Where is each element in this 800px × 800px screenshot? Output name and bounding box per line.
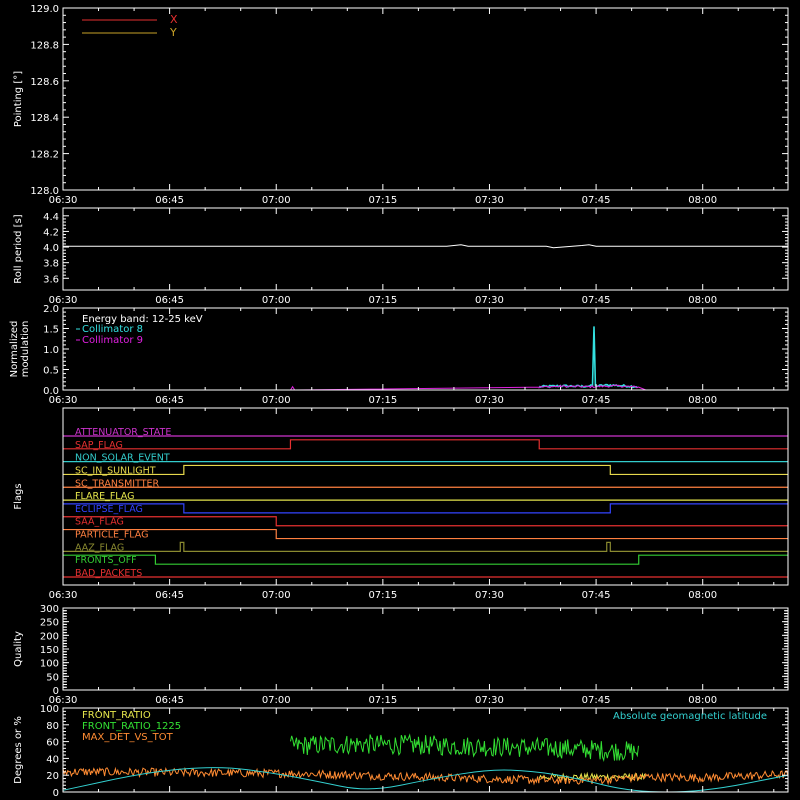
panel-2-ylabel-line1: Normalized bbox=[9, 321, 20, 378]
flag-label-particle-flag: PARTICLE_FLAG bbox=[75, 530, 148, 541]
panel-2-ytick-label: 1.5 bbox=[43, 325, 59, 336]
panel-1-xtick-label: 06:45 bbox=[155, 295, 184, 306]
panel-5-ytick-label: 60 bbox=[46, 738, 59, 749]
panel-4-ytick-label: 50 bbox=[46, 672, 59, 683]
panel-5-ytick-label: 100 bbox=[40, 704, 59, 715]
panel-5-ylabel: Degrees or % bbox=[13, 716, 24, 784]
panel-0-xtick-label: 06:30 bbox=[49, 195, 78, 206]
panel-2-ylabel-line2: modulation bbox=[20, 321, 31, 378]
panel-2-xtick-label: 07:30 bbox=[475, 395, 504, 406]
panel-2-ytick-label: 1.0 bbox=[43, 345, 59, 356]
ratio-legend-label-front-ratio: FRONT_RATIO bbox=[82, 710, 151, 721]
panel-1-xtick-label: 07:00 bbox=[262, 295, 291, 306]
panel-4-ytick-label: 250 bbox=[40, 618, 59, 629]
panel-0-xtick-label: 07:30 bbox=[475, 195, 504, 206]
panel-3-xtick-label: 08:00 bbox=[688, 590, 717, 601]
flag-label-sc-transmitter: SC_TRANSMITTER bbox=[75, 478, 160, 489]
panel-0-xtick-label: 08:00 bbox=[688, 195, 717, 206]
panel-0-xtick-label: 06:45 bbox=[155, 195, 184, 206]
panel-4-xtick-label: 08:00 bbox=[688, 695, 717, 706]
panel-2-xtick-label: 07:45 bbox=[582, 395, 611, 406]
panel-3-xtick-label: 06:45 bbox=[155, 590, 184, 601]
panel-3-xtick-label: 07:00 bbox=[262, 590, 291, 601]
panel-1-ytick-label: 4.2 bbox=[43, 227, 59, 238]
panel-3-xtick-label: 07:30 bbox=[475, 590, 504, 601]
ratio-legend-label-front-ratio-1225: FRONT_RATIO_1225 bbox=[82, 721, 181, 732]
panel-0-xtick-label: 07:15 bbox=[368, 195, 397, 206]
flag-label-bad-packets: BAD_PACKETS bbox=[75, 568, 142, 579]
geomagnetic-latitude-annotation: Absolute geomagnetic latitude bbox=[613, 711, 767, 722]
panel-5-ytick-label: 20 bbox=[46, 771, 59, 782]
panel-1-xtick-label: 07:15 bbox=[368, 295, 397, 306]
flag-label-sc-in-sunlight: SC_IN_SUNLIGHT bbox=[75, 465, 156, 476]
panel-1-ytick-label: 3.6 bbox=[43, 274, 59, 285]
panel-1-xtick-label: 08:00 bbox=[688, 295, 717, 306]
panel-3-xtick-label: 07:15 bbox=[368, 590, 397, 601]
panel-4-xtick-label: 07:45 bbox=[582, 695, 611, 706]
panel-4-xtick-label: 07:15 bbox=[368, 695, 397, 706]
flag-label-attenuator-state: ATTENUATOR_STATE bbox=[75, 427, 171, 438]
panel-2-xtick-label: 06:30 bbox=[49, 395, 78, 406]
panel-0-ytick-label: 129.0 bbox=[30, 4, 59, 15]
panel-2-xtick-label: 08:00 bbox=[688, 395, 717, 406]
panel-2-ylabel: Normalizedmodulation bbox=[9, 321, 31, 378]
collimator-legend-label-9: Collimator 9 bbox=[82, 335, 143, 346]
panel-0-xtick-label: 07:00 bbox=[262, 195, 291, 206]
ratio-legend-label-max-det-vs-tot: MAX_DET_VS_TOT bbox=[82, 732, 174, 743]
panel-4-xtick-label: 07:30 bbox=[475, 695, 504, 706]
pointing-legend-label-y: Y bbox=[169, 26, 177, 39]
panel-0-ytick-label: 128.4 bbox=[30, 113, 59, 124]
collimator-legend-label-8: Collimator 8 bbox=[82, 324, 143, 335]
panel-2-ytick-label: 0.5 bbox=[43, 366, 59, 377]
panel-0-ytick-label: 128.6 bbox=[30, 77, 59, 88]
panel-5-ytick-label: 80 bbox=[46, 721, 59, 732]
flag-label-non-solar-event: NON_SOLAR_EVENT bbox=[75, 453, 170, 464]
panel-3-xtick-label: 07:45 bbox=[582, 590, 611, 601]
panel-3-ylabel: Flags bbox=[13, 483, 24, 509]
flag-label-aaz-flag: AAZ_FLAG bbox=[75, 542, 124, 553]
panel-0-ylabel: Pointing [°] bbox=[13, 71, 24, 127]
panel-4-ytick-label: 150 bbox=[40, 645, 59, 656]
panel-1-ylabel: Roll period [s] bbox=[13, 214, 24, 283]
flag-label-sap-flag: SAP_FLAG bbox=[75, 440, 123, 451]
panel-4-ylabel: Quality bbox=[13, 631, 24, 667]
panel-0-ytick-label: 128.2 bbox=[30, 150, 59, 161]
flag-label-fronts-off: FRONTS_OFF bbox=[75, 555, 137, 566]
panel-5-ytick-label: 40 bbox=[46, 754, 59, 765]
panel-3-xtick-label: 06:30 bbox=[49, 590, 78, 601]
pointing-legend-label-x: X bbox=[170, 13, 178, 26]
panel-4-xtick-label: 06:45 bbox=[155, 695, 184, 706]
panel-4-xtick-label: 07:00 bbox=[262, 695, 291, 706]
multi-panel-figure: 128.0128.2128.4128.6128.8129.006:30 06:45… bbox=[0, 0, 800, 800]
panel-4-ytick-label: 200 bbox=[40, 631, 59, 642]
panel-2-xtick-label: 06:45 bbox=[155, 395, 184, 406]
panel-1-ytick-label: 4.4 bbox=[43, 212, 59, 223]
panel-4-ytick-label: 300 bbox=[40, 604, 59, 615]
flag-label-saa-flag: SAA_FLAG bbox=[75, 517, 124, 528]
flag-label-eclipse-flag: ECLIPSE_FLAG bbox=[75, 504, 143, 515]
panel-1-xtick-label: 07:45 bbox=[582, 295, 611, 306]
flag-label-flare-flag: FLARE_FLAG bbox=[75, 491, 135, 502]
panel-1-xtick-label: 07:30 bbox=[475, 295, 504, 306]
panel-1-ytick-label: 4.0 bbox=[43, 243, 59, 254]
panel-4-ytick-label: 100 bbox=[40, 659, 59, 670]
panel-0-ytick-label: 128.8 bbox=[30, 40, 59, 51]
panel-2-xtick-label: 07:00 bbox=[262, 395, 291, 406]
panel-2-ytick-label: 2.0 bbox=[43, 304, 59, 315]
panel-0-xtick-label: 07:45 bbox=[582, 195, 611, 206]
panel-2-xtick-label: 07:15 bbox=[368, 395, 397, 406]
panel-5-ytick-label: 0 bbox=[53, 788, 59, 799]
panel-1-ytick-label: 3.8 bbox=[43, 259, 59, 270]
